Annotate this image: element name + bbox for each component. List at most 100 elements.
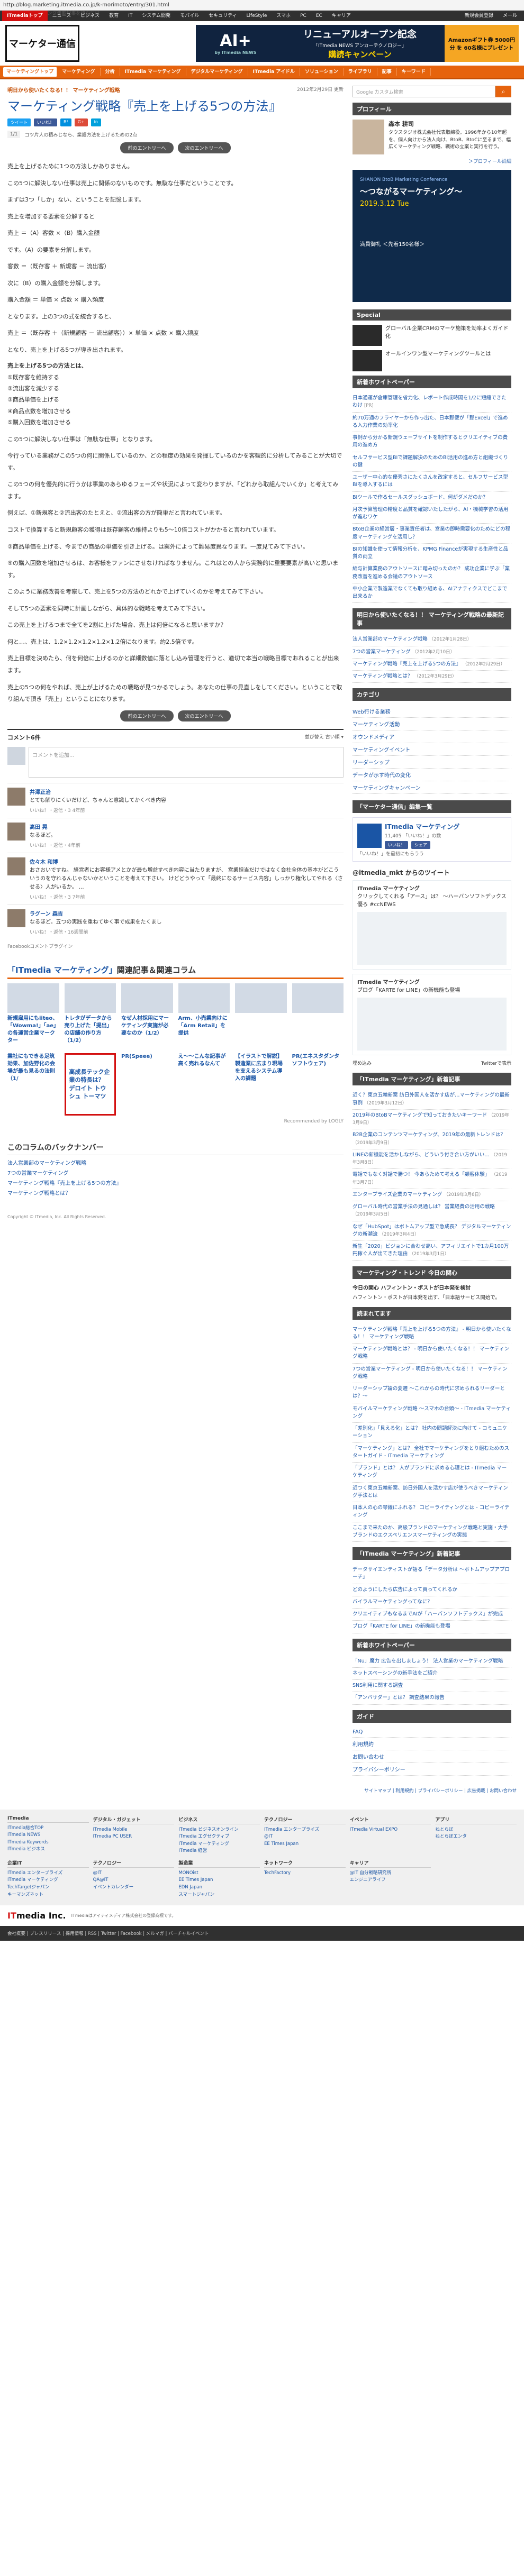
related-pr[interactable]: PR(Speee) [121, 1053, 173, 1116]
related-item[interactable]: 新規雇用にもiiteo、「Wowma!」「ae」の各運営企業マークター [7, 983, 59, 1045]
backnumber-item[interactable]: 法人営業部のマーケティング戦略 [7, 1158, 344, 1168]
topnav-item[interactable]: モバイル [175, 11, 204, 21]
bottom-bar[interactable]: 会社概要 | プレスリリース | 採用情報 | RSS | Twitter | … [0, 1926, 524, 1941]
related-item[interactable]: トレタがデータから売り上げた「提出」の店舗の作り方（1/2） [64, 983, 116, 1045]
whitepaper-item[interactable]: 約70万通のフライヤーから作っ出た、日本郵便が「郵Excel」で進める入力作業の… [353, 413, 511, 432]
hatena-bookmark-button[interactable]: B! [60, 118, 71, 126]
comment-meta[interactable]: いいね！・返信・16週間前 [30, 928, 162, 935]
tweet[interactable]: ITmedia マーケティング クリックしてくれる「アース」は？ ～ハーバンソフ… [353, 880, 511, 970]
tweet-author[interactable]: ITmedia マーケティング [357, 885, 507, 893]
guide-item[interactable]: FAQ [353, 1727, 511, 1738]
comment-author[interactable]: 井澤正治 [30, 788, 166, 796]
tweet-embed-link[interactable]: 埋め込み [353, 1059, 372, 1066]
backnumber-item[interactable]: マーケティング戦略『売上を上げる5つの方法』 [7, 1179, 344, 1189]
news2-item[interactable]: 電話でもなく対話で勝つ！ 今あらためて考える「顧客体験」 （2019年3月7日） [353, 1169, 511, 1189]
whitepaper-item[interactable]: ユーザー中心的な優秀さにたくさんを改定すると、セルフサービス型BIを導入するには [353, 472, 511, 492]
comment-meta[interactable]: いいね！・返信・3 7年前 [30, 893, 344, 900]
tweet-button[interactable]: ツイート [7, 118, 31, 126]
trend-subtitle[interactable]: 今日の関心 ハフィントン・ポストが日本発を検討 [353, 1283, 511, 1291]
popular-item[interactable]: ここまで来たのか、高級ブランドのマーケティング戦略と実施・大手ブランドのエクスペ… [353, 1522, 511, 1542]
topnav-item[interactable]: ニュース [48, 11, 76, 21]
popular-item[interactable]: 「差別化」「見える化」とは？ 社内の問題解決に向けて - コミュニケーション [353, 1423, 511, 1443]
category-item[interactable]: マーケティングキャンペーン [353, 781, 511, 794]
series-item[interactable]: マーケティング戦略とは？ （2012年3月29日） [353, 671, 511, 683]
avatar[interactable] [7, 909, 25, 927]
avatar[interactable] [7, 787, 25, 806]
topnav-item[interactable]: EC [311, 11, 327, 21]
catnav-item[interactable]: ライブラリ [344, 68, 377, 76]
special-item[interactable]: オールインワン型マーケティングツールとは [353, 350, 511, 371]
comment-author[interactable]: 高田 晃 [30, 823, 80, 830]
comment-author[interactable]: 佐々木 和博 [30, 857, 344, 865]
popular-item[interactable]: 近つく東京五輪新案、訪日外国人を活かす店が使うべきマーケティング手法とは [353, 1483, 511, 1502]
search-icon[interactable]: ⌕ [495, 86, 511, 97]
marketing-news-item[interactable]: バイラルマーケティングってなに？ [353, 1596, 511, 1609]
topnav-item[interactable]: LifeStyle [242, 11, 272, 21]
topnav-item[interactable]: キャリア [327, 11, 356, 21]
series-item[interactable]: 法人営業部のマーケティング戦略 （2012年1月28日） [353, 634, 511, 646]
topnav-item[interactable]: ビジネス [76, 11, 104, 21]
related-item[interactable]: なぜ人材採用にマーケティング実施が必要なのか（1/2） [121, 983, 173, 1045]
category-item[interactable]: Web行ける業務 [353, 705, 511, 718]
related-pr[interactable]: PR(エネスタダンタソフトウェア) [292, 1053, 344, 1116]
series-item[interactable]: マーケティング戦略『売上を上げる5つの方法』 （2012年2月29日） [353, 659, 511, 671]
catnav-item[interactable]: 記事 [377, 68, 397, 76]
news2-item[interactable]: エンタープライズ企業のマーケティング （2019年3月6日） [353, 1189, 511, 1201]
sidebar-ad[interactable]: SHANON BtoB Marketing Conference ～つながるマー… [353, 170, 511, 302]
marketing-news-item[interactable]: データサイエンティストが語る「データ分析は ～ボトムアップアプローチ」 [353, 1564, 511, 1584]
popular-item[interactable]: モバイルマーケティング戦略 ～スマホの台頭～ - ITmedia マーケティング [353, 1403, 511, 1423]
whitepaper-item[interactable]: 給与計算業務のアウトソースに踏み切ったのか？ 成功企業に学ぶ「業務改善を進める会… [353, 563, 511, 583]
topnav-item[interactable]: システム開発 [137, 11, 175, 21]
itmedia-logo[interactable] [357, 823, 382, 848]
special-item[interactable]: グローバル企業CRMのマーケ施策を効率よくガイド化 [353, 325, 511, 346]
linkedin-button[interactable]: in [91, 118, 101, 126]
popular-item[interactable]: マーケティング戦略『売上を上げる5つの方法』 - 明日から使いたくなる！！ マー… [353, 1324, 511, 1344]
popular-item[interactable]: 「マーケティング」とは？ 全社でマーケティングをとり組むためのスタートガイド -… [353, 1443, 511, 1463]
tweet-view-link[interactable]: Twitterで表示 [481, 1059, 511, 1066]
news2-item[interactable]: B2B企業のコンテンツマーケティング、2019年の最新トレンドは？ （2019年… [353, 1129, 511, 1149]
register-link[interactable]: 新規会員登録 [460, 11, 498, 21]
backnumber-item[interactable]: 7つの営業マーケティング [7, 1168, 344, 1179]
prev-entry-button[interactable]: 前のエントリーへ [120, 142, 174, 153]
backnumber-item[interactable]: マーケティング戦略とは？ [7, 1189, 344, 1199]
marketing-news-item[interactable]: どのようにしたら広告によって買ってくれるか [353, 1584, 511, 1596]
facebook-like-button[interactable]: いいね！ [34, 118, 57, 126]
catnav-item[interactable]: デジタルマーケティング [186, 68, 248, 76]
category-item[interactable]: データが示す時代の変化 [353, 769, 511, 782]
topnav-item[interactable]: スマホ [272, 11, 295, 21]
news2-item[interactable]: なぜ「HubSpot」はボトムアップ型で急成長？ デジタルマーケティングの新潮流… [353, 1221, 511, 1241]
comment-meta[interactable]: いいね！・返信・3 4年前 [30, 807, 166, 814]
whitepaper-item[interactable]: セルフサービス型BIで課題解決のためのBI活用の進め方と組織づくりの鍵 [353, 452, 511, 472]
related-item[interactable] [235, 983, 287, 1045]
facebook-comments-plugin[interactable]: Facebookコメントプラグイン [7, 943, 344, 949]
news2-item[interactable]: 近く？東京五輪新案 訪日外国人を活かす店が…マーケティングの最新事例 （2019… [353, 1090, 511, 1110]
guide-item[interactable]: プライバシーポリシー [353, 1763, 511, 1776]
related-item[interactable]: え〜〜こんな記事が高く売れるなんて [178, 1053, 230, 1116]
whitepaper-item[interactable]: BIの知識を使って情報分析を、KPMG Financeが実現する生産性と品質の両… [353, 544, 511, 564]
comment-meta[interactable]: いいね！・返信・4年前 [30, 842, 80, 848]
guide-item[interactable]: 利用規約 [353, 1738, 511, 1750]
fb-like-button[interactable]: いいね！ [385, 841, 408, 849]
popular-item[interactable]: 日本人の心の琴線にふれる？ コピーライティングとは - コピーライティング [353, 1502, 511, 1522]
catnav-item[interactable]: ITmedia マーケティング [120, 68, 186, 76]
popular-item[interactable]: マーケティング戦略とは？ - 明日から使いたくなる！！ マーケティング戦略 [353, 1344, 511, 1364]
recommend-item[interactable]: 「アンバサダー」とは？ 調査結果の報告 [353, 1692, 511, 1705]
fb-page-name[interactable]: ITmedia マーケティング [385, 822, 459, 831]
header-banner-ad[interactable]: AI+ by ITmedia NEWS リニューアルオープン記念 「ITmedi… [196, 25, 519, 62]
recommend-item[interactable]: SNS利用に関する調査 [353, 1680, 511, 1693]
category-item[interactable]: マーケティング活動 [353, 718, 511, 731]
topnav-home[interactable]: ITmediaトップ [2, 11, 48, 21]
popular-item[interactable]: 7つの営業マーケティング - 明日から使いたくなる！！ マーケティング戦略 [353, 1364, 511, 1383]
topnav-item[interactable]: 教育 [104, 11, 123, 21]
article-kicker[interactable]: 明日から使いたくなる！！ マーケティング戦略 [7, 86, 344, 94]
itmedia-footer-logo[interactable]: ITmedia Inc. [7, 1911, 66, 1921]
whitepaper-item[interactable]: 日本通運が倉庫管理を省力化、レポート作成時間を1/2に短縮できたわけ [PR] [353, 392, 511, 413]
tweet[interactable]: ITmedia マーケティング ブログ「KARTE for LINE」の新機能も… [353, 974, 511, 1056]
site-logo[interactable]: マーケター通信 [5, 25, 79, 62]
prev-entry-button[interactable]: 前のエントリーへ [120, 710, 174, 721]
catnav-item[interactable]: ソリューション [300, 68, 344, 76]
news2-item[interactable]: グローバル時代の営業手法の見通しは？ 営業経費の活用の戦略 （2019年3月5日… [353, 1201, 511, 1221]
guide-item[interactable]: お問い合わせ [353, 1750, 511, 1763]
comment-sort[interactable]: 並び替え 古い順 ▾ [305, 733, 344, 742]
google-plus-button[interactable]: G+ [74, 118, 88, 126]
